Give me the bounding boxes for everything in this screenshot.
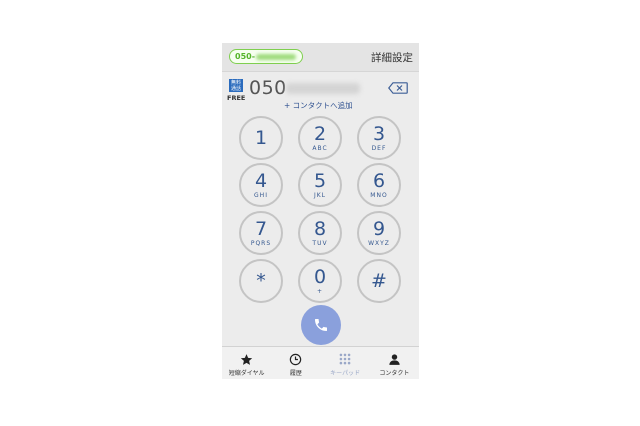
key-letters: TUV xyxy=(312,239,328,247)
add-to-contact-link[interactable]: + コンタクトへ追加 xyxy=(284,100,353,111)
phone-icon xyxy=(315,319,327,331)
my-number-prefix: 050- xyxy=(235,52,256,61)
key-letters: PQRS xyxy=(250,239,272,247)
clock-icon xyxy=(289,352,303,366)
dialed-number-redacted xyxy=(286,83,360,94)
tab-bar: 短縮ダイヤル 履歴 キーパッド コンタクト xyxy=(222,346,419,379)
key-digit: # xyxy=(371,269,387,292)
key-digit: 4 xyxy=(254,169,268,192)
tab-label: 短縮ダイヤル xyxy=(228,370,265,377)
dialed-number: 050 xyxy=(249,77,287,99)
my-number-redacted xyxy=(256,53,297,60)
tab-label: キーパッド xyxy=(330,370,361,377)
header-bar: 050- 詳細設定 xyxy=(222,43,419,72)
backspace-icon[interactable] xyxy=(388,82,408,94)
key-letters: JKL xyxy=(313,191,327,199)
key-letters: DEF xyxy=(371,144,387,152)
settings-button[interactable]: 詳細設定 xyxy=(371,50,413,65)
key-6[interactable]: 6 MNO xyxy=(357,163,401,207)
tab-speed-dial[interactable]: 短縮ダイヤル xyxy=(222,347,271,379)
key-0[interactable]: 0 + xyxy=(298,259,342,303)
key-3[interactable]: 3 DEF xyxy=(357,116,401,160)
key-digit: 0 xyxy=(313,265,327,288)
free-call-badge-icon: 無料通話 xyxy=(229,79,243,92)
key-digit: 3 xyxy=(372,122,386,145)
key-digit: * xyxy=(256,269,266,292)
key-digit: 6 xyxy=(372,169,386,192)
key-letters: GHI xyxy=(254,191,268,199)
key-hash[interactable]: # xyxy=(357,259,401,303)
key-letters: ABC xyxy=(312,144,328,152)
key-9[interactable]: 9 WXYZ xyxy=(357,211,401,255)
key-letters: + xyxy=(316,287,324,295)
free-label: FREE xyxy=(227,94,246,102)
dial-number-row: 無料通話 FREE 050 + コンタクトへ追加 xyxy=(222,75,419,111)
key-8[interactable]: 8 TUV xyxy=(298,211,342,255)
key-7[interactable]: 7 PQRS xyxy=(239,211,283,255)
key-digit: 5 xyxy=(313,169,327,192)
key-digit: 7 xyxy=(254,217,268,240)
key-star[interactable]: * xyxy=(239,259,283,303)
key-5[interactable]: 5 JKL xyxy=(298,163,342,207)
key-letters: WXYZ xyxy=(368,239,390,247)
tab-history[interactable]: 履歴 xyxy=(271,347,320,379)
key-letters: MNO xyxy=(370,191,388,199)
key-1[interactable]: 1 xyxy=(239,116,283,160)
person-icon xyxy=(387,352,401,366)
my-number-pill[interactable]: 050- xyxy=(229,49,303,64)
key-digit: 8 xyxy=(313,217,327,240)
key-digit: 1 xyxy=(254,126,268,149)
keypad-icon xyxy=(338,352,352,366)
key-4[interactable]: 4 GHI xyxy=(239,163,283,207)
key-digit: 2 xyxy=(313,122,327,145)
call-button[interactable] xyxy=(301,305,341,345)
tab-label: コンタクト xyxy=(379,370,410,377)
phone-screen: 050- 詳細設定 無料通話 FREE 050 + コンタクトへ追加 1 2 ABC… xyxy=(222,43,419,379)
star-icon xyxy=(240,352,254,366)
key-digit: 9 xyxy=(372,217,386,240)
tab-contacts[interactable]: コンタクト xyxy=(370,347,419,379)
tab-keypad[interactable]: キーパッド xyxy=(321,347,370,379)
tab-label: 履歴 xyxy=(289,370,302,377)
key-2[interactable]: 2 ABC xyxy=(298,116,342,160)
